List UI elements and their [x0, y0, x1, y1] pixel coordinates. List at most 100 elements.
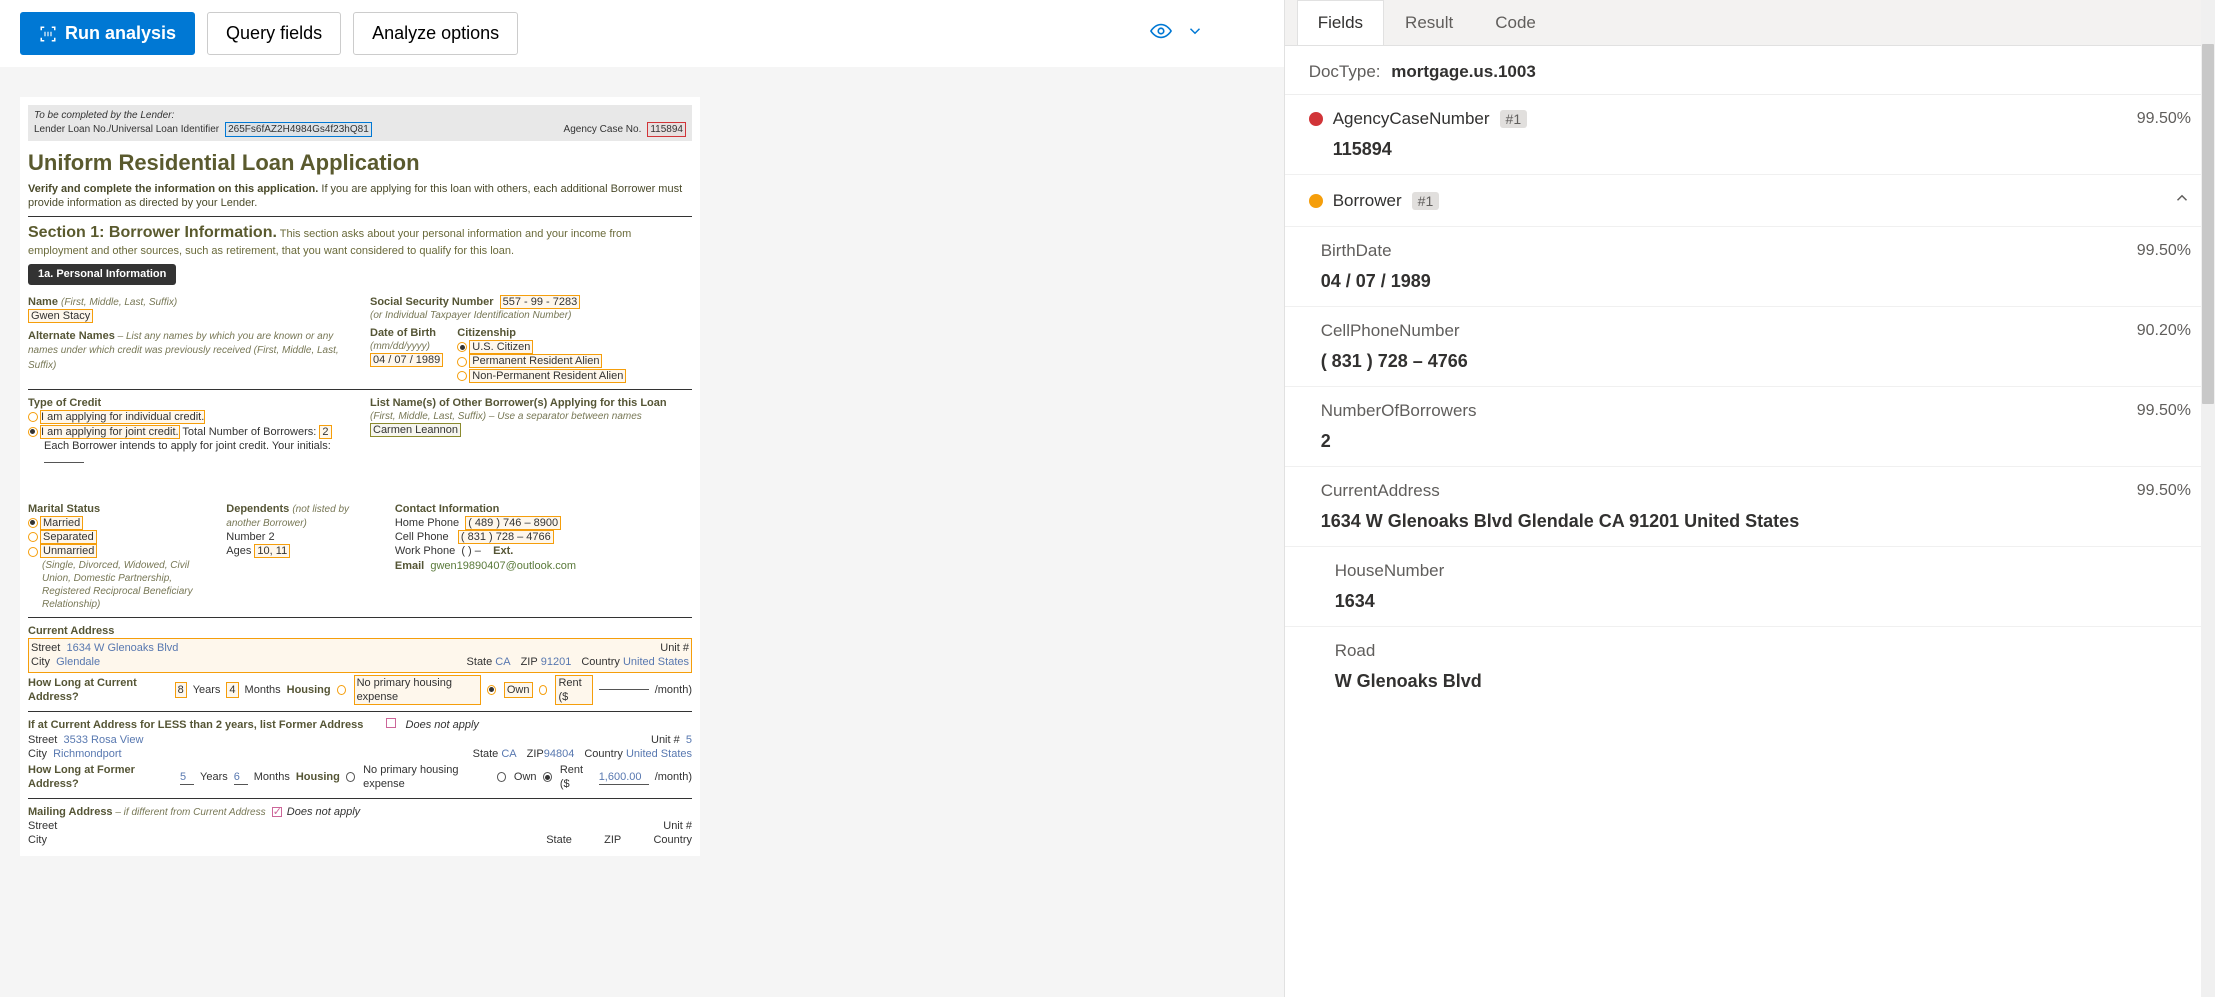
- confidence: 99.50%: [2137, 110, 2191, 128]
- citizenship-label: Citizenship: [457, 326, 626, 340]
- field-currentaddress[interactable]: CurrentAddress 99.50% 1634 W Glenoaks Bl…: [1285, 467, 2215, 547]
- field-value: ( 831 ) 728 – 4766: [1321, 351, 2191, 372]
- lender-line: To be completed by the Lender:: [34, 109, 686, 122]
- ssn-value: 557 - 99 - 7283: [500, 295, 581, 309]
- email-value: gwen19890407@outlook.com: [430, 560, 576, 572]
- view-controls: [1150, 20, 1264, 47]
- toolbar: Run analysis Query fields Analyze option…: [0, 0, 1284, 67]
- scan-icon: [39, 25, 57, 43]
- name-label: Name: [28, 296, 58, 308]
- cell-phone: ( 831 ) 728 – 4766: [458, 530, 554, 544]
- country-val: United States: [623, 656, 689, 668]
- field-name: BirthDate: [1321, 241, 1392, 261]
- former-addr-label: If at Current Address for LESS than 2 ye…: [28, 718, 363, 732]
- fields-content[interactable]: DocType: mortgage.us.1003 AgencyCaseNumb…: [1285, 46, 2215, 997]
- query-fields-button[interactable]: Query fields: [207, 12, 341, 55]
- cit-nonperm: Non-Permanent Resident Alien: [469, 369, 626, 383]
- field-name: CurrentAddress: [1321, 481, 1440, 501]
- city-val: Glendale: [56, 656, 100, 668]
- analyze-options-button[interactable]: Analyze options: [353, 12, 518, 55]
- analyze-options-label: Analyze options: [372, 23, 499, 44]
- former-state: CA: [501, 748, 516, 760]
- street-val: 1634 W Glenoaks Blvd: [66, 642, 178, 654]
- agency-case-label: Agency Case No.: [564, 123, 642, 136]
- document-page: To be completed by the Lender: Lender Lo…: [20, 97, 700, 856]
- other-borrowers-val: Carmen Leannon: [370, 423, 461, 437]
- dependents-label: Dependents: [226, 503, 289, 515]
- marital-married: Married: [40, 516, 83, 530]
- field-name: CellPhoneNumber: [1321, 321, 1460, 341]
- field-numberofborrowers[interactable]: NumberOfBorrowers 99.50% 2: [1285, 387, 2215, 467]
- cit-perm: Permanent Resident Alien: [469, 354, 602, 368]
- marital-label: Marital Status: [28, 502, 206, 516]
- run-analysis-label: Run analysis: [65, 23, 176, 44]
- field-name: Borrower: [1333, 191, 1402, 211]
- ssn-label: Social Security Number: [370, 296, 494, 308]
- section-tab-1a: 1a. Personal Information: [28, 264, 176, 284]
- field-value: 2: [1321, 431, 2191, 452]
- years-val: 8: [175, 682, 187, 698]
- doctype-value: mortgage.us.1003: [1391, 62, 1536, 81]
- other-borrowers-label: List Name(s) of Other Borrower(s) Applyi…: [370, 396, 692, 410]
- tab-code[interactable]: Code: [1474, 0, 1557, 45]
- tab-result[interactable]: Result: [1384, 0, 1474, 45]
- field-name: HouseNumber: [1335, 561, 1445, 581]
- field-name: Road: [1335, 641, 1376, 661]
- former-months: 6: [234, 770, 248, 785]
- eye-icon[interactable]: [1150, 20, 1172, 47]
- scrollbar-thumb[interactable]: [2202, 44, 2214, 404]
- loan-no-value: 265Fs6fAZ2H4984Gs4f23hQ81: [225, 122, 372, 137]
- dob-sub: (mm/dd/yyyy): [370, 340, 443, 353]
- field-value: 115894: [1333, 139, 2191, 160]
- former-unit: 5: [686, 734, 692, 746]
- doc-title: Uniform Residential Loan Application: [28, 149, 692, 178]
- agency-case-value: 115894: [647, 122, 686, 137]
- total-borrowers-val: 2: [319, 425, 331, 439]
- marital-separated: Separated: [40, 530, 97, 544]
- confidence: 99.50%: [2137, 482, 2191, 500]
- field-road[interactable]: Road W Glenoaks Blvd: [1285, 627, 2215, 706]
- dob-label: Date of Birth: [370, 326, 443, 340]
- tab-fields[interactable]: Fields: [1297, 0, 1384, 45]
- name-sub: (First, Middle, Last, Suffix): [61, 297, 177, 308]
- field-agencycasenumber[interactable]: AgencyCaseNumber #1 99.50% 115894: [1285, 95, 2215, 175]
- color-dot-orange: [1309, 194, 1323, 208]
- former-country: United States: [626, 748, 692, 760]
- field-birthdate[interactable]: BirthDate 99.50% 04 / 07 / 1989: [1285, 227, 2215, 307]
- field-value: 1634 W Glenoaks Blvd Glendale CA 91201 U…: [1321, 511, 2191, 532]
- field-value: 04 / 07 / 1989: [1321, 271, 2191, 292]
- contact-label: Contact Information: [395, 502, 692, 516]
- field-value: 1634: [1335, 591, 2191, 612]
- field-cellphonenumber[interactable]: CellPhoneNumber 90.20% ( 831 ) 728 – 476…: [1285, 307, 2215, 387]
- tabs: Fields Result Code: [1285, 0, 2215, 46]
- confidence: 99.50%: [2137, 402, 2191, 420]
- scrollbar[interactable]: [2201, 0, 2215, 997]
- ssn-sub: (or Individual Taxpayer Identification N…: [370, 309, 692, 322]
- chevron-down-icon[interactable]: [1186, 22, 1204, 45]
- state-val: CA: [495, 656, 510, 668]
- former-city: Richmondport: [53, 748, 121, 760]
- field-borrower[interactable]: Borrower #1: [1285, 175, 2215, 227]
- confidence: 90.20%: [2137, 322, 2191, 340]
- months-val: 4: [226, 682, 238, 698]
- document-viewer[interactable]: To be completed by the Lender: Lender Lo…: [0, 67, 1284, 997]
- field-value: W Glenoaks Blvd: [1335, 671, 2191, 692]
- doctype-label: DocType:: [1309, 62, 1381, 81]
- home-phone: ( 489 ) 746 – 8900: [465, 516, 561, 530]
- loan-no-label: Lender Loan No./Universal Loan Identifie…: [34, 123, 219, 136]
- field-name: NumberOfBorrowers: [1321, 401, 1477, 421]
- joint-initials: Each Borrower intends to apply for joint…: [44, 439, 350, 468]
- field-tag: #1: [1412, 192, 1440, 210]
- name-value: Gwen Stacy: [28, 309, 93, 323]
- run-analysis-button[interactable]: Run analysis: [20, 12, 195, 55]
- field-housenumber[interactable]: HouseNumber 1634: [1285, 547, 2215, 627]
- former-zip: 94804: [544, 748, 575, 760]
- type-credit-label: Type of Credit: [28, 396, 350, 410]
- right-panel: Fields Result Code DocType: mortgage.us.…: [1285, 0, 2215, 997]
- current-addr-label: Current Address: [28, 624, 692, 638]
- query-fields-label: Query fields: [226, 23, 322, 44]
- dependents-number: Number 2: [226, 530, 375, 544]
- chevron-up-icon[interactable]: [2173, 189, 2191, 212]
- marital-sub: (Single, Divorced, Widowed, Civil Union,…: [42, 559, 206, 611]
- intro-bold: Verify and complete the information on t…: [28, 183, 318, 195]
